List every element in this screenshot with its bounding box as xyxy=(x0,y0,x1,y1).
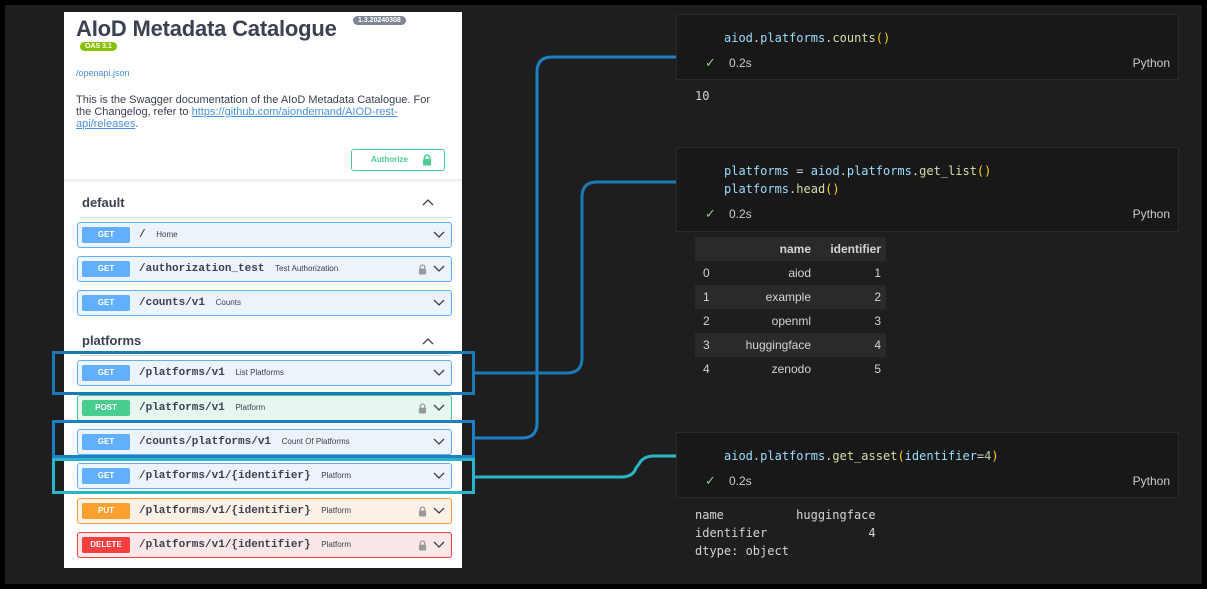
table-row: 2 openml 3 xyxy=(695,309,886,333)
connector-get-platform xyxy=(475,454,676,479)
table-row: 0 aiod 1 xyxy=(695,261,886,285)
language-label[interactable]: Python xyxy=(1133,474,1170,488)
code-line[interactable]: aiod.platforms.counts() xyxy=(724,29,890,47)
table-row: 4 zenodo 5 xyxy=(695,357,886,381)
table-header: identifier xyxy=(830,242,881,256)
table-header: name xyxy=(779,242,811,256)
table-cell: 1 xyxy=(703,290,710,304)
execution-time: 0.2s xyxy=(729,56,752,70)
table-cell: huggingface xyxy=(745,338,811,352)
table-cell: 1 xyxy=(874,266,881,280)
table-cell: 0 xyxy=(703,266,710,280)
code-line[interactable]: platforms.head() xyxy=(724,180,840,198)
check-icon: ✓ xyxy=(705,206,716,221)
connector-lines xyxy=(475,55,676,479)
table-cell: openml xyxy=(771,314,811,328)
table-cell: zenodo xyxy=(771,362,811,376)
execution-time: 0.2s xyxy=(729,474,752,488)
notebook-cell-get-list[interactable]: platforms = aiod.platforms.get_list() pl… xyxy=(676,147,1179,232)
cell-output-line: dtype: object xyxy=(695,544,789,558)
table-row: 1 example 2 xyxy=(695,285,886,309)
cell-output-line: name huggingface xyxy=(695,508,876,522)
code-line[interactable]: platforms = aiod.platforms.get_list() xyxy=(724,162,991,180)
table-cell: 4 xyxy=(703,362,710,376)
notebook-cell-get-asset[interactable]: aiod.platforms.get_asset(identifier=4) ✓… xyxy=(676,432,1179,498)
check-icon: ✓ xyxy=(705,473,716,488)
table-header-row: name identifier xyxy=(695,237,886,261)
table-cell: 3 xyxy=(703,338,710,352)
table-cell: 2 xyxy=(703,314,710,328)
table-cell: example xyxy=(765,290,811,304)
cell-output-line: identifier 4 xyxy=(695,526,876,540)
notebook-cell-counts[interactable]: aiod.platforms.counts() ✓ 0.2s Python xyxy=(676,14,1179,80)
table-cell: 5 xyxy=(874,362,881,376)
table-cell: 2 xyxy=(874,290,881,304)
cell-output: 10 xyxy=(695,89,710,103)
code-line[interactable]: aiod.platforms.get_asset(identifier=4) xyxy=(724,447,999,465)
dataframe-output: name identifier 0 aiod 1 1 example 2 2 o… xyxy=(695,237,886,381)
check-icon: ✓ xyxy=(705,55,716,70)
connector-list-platforms xyxy=(475,180,676,375)
language-label[interactable]: Python xyxy=(1133,56,1170,70)
table-header xyxy=(695,237,728,261)
table-cell: aiod xyxy=(788,266,811,280)
execution-time: 0.2s xyxy=(729,207,752,221)
connector-count-platforms xyxy=(475,55,676,440)
table-cell: 4 xyxy=(874,338,881,352)
table-row: 3 huggingface 4 xyxy=(695,333,886,357)
table-cell: 3 xyxy=(874,314,881,328)
language-label[interactable]: Python xyxy=(1133,207,1170,221)
